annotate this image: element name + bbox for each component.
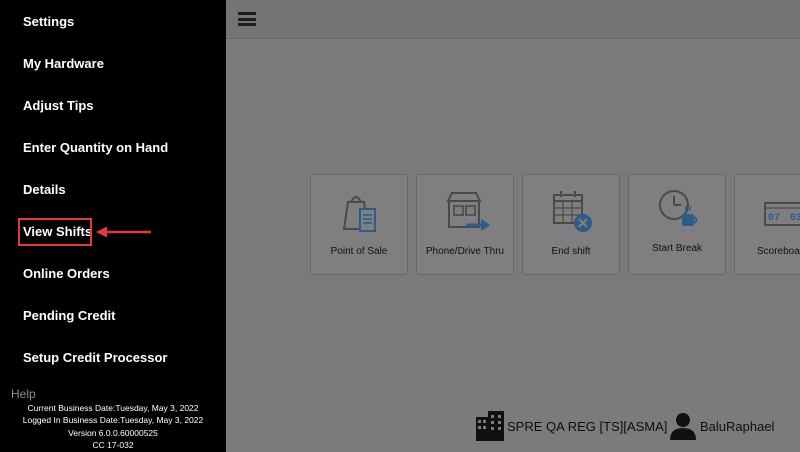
menu-item-enter-quantity-on-hand[interactable]: Enter Quantity on Hand bbox=[23, 140, 168, 155]
navigation-drawer: Settings My Hardware Adjust Tips Enter Q… bbox=[0, 0, 226, 452]
tile-label: Scoreboa bbox=[757, 246, 800, 257]
start-break-icon bbox=[659, 190, 698, 226]
business-info: Current Business Date:Tuesday, May 3, 20… bbox=[0, 402, 226, 451]
tile-label: Point of Sale bbox=[330, 246, 388, 257]
tile-label: Phone/Drive Thru bbox=[425, 246, 505, 257]
current-business-date: Current Business Date:Tuesday, May 3, 20… bbox=[27, 403, 199, 413]
main-content-dimmed: Point of Sale Phone/Drive Thru End shift… bbox=[226, 0, 800, 452]
menu-item-settings[interactable]: Settings bbox=[23, 14, 74, 29]
tile-label: End shift bbox=[551, 246, 591, 257]
user-name: BaluRaphael bbox=[700, 418, 775, 434]
top-bar bbox=[226, 0, 800, 39]
menu-item-my-hardware[interactable]: My Hardware bbox=[23, 56, 104, 71]
menu-item-details[interactable]: Details bbox=[23, 182, 66, 197]
cc-text: CC 17-032 bbox=[92, 439, 134, 450]
user-icon bbox=[670, 413, 696, 440]
tile-start-break[interactable]: Start Break bbox=[628, 174, 726, 275]
user-info: BaluRaphael bbox=[670, 410, 774, 442]
version-text: Version 6.0.0.60000525 bbox=[68, 427, 158, 438]
svg-text:03: 03 bbox=[790, 213, 800, 224]
svg-text:07: 07 bbox=[768, 213, 780, 224]
store-name: SPRE QA REG [TS][ASMA] bbox=[507, 418, 668, 434]
building-icon bbox=[476, 411, 504, 441]
pointer-arrow-icon bbox=[96, 226, 151, 238]
menu-item-setup-credit-processor[interactable]: Setup Credit Processor bbox=[23, 350, 168, 365]
end-shift-icon bbox=[553, 191, 592, 232]
phone-drive-thru-icon bbox=[446, 192, 490, 231]
store-info: SPRE QA REG [TS][ASMA] bbox=[476, 410, 667, 442]
menu-item-adjust-tips[interactable]: Adjust Tips bbox=[23, 98, 94, 113]
scoreboard-icon: 07 03 bbox=[764, 202, 800, 226]
tile-scoreboard[interactable]: 07 03 Scoreboa bbox=[734, 174, 800, 275]
tile-point-of-sale[interactable]: Point of Sale bbox=[310, 174, 408, 275]
tile-label: Start Break bbox=[651, 243, 703, 254]
menu-item-online-orders[interactable]: Online Orders bbox=[23, 266, 110, 281]
help-link[interactable]: Help bbox=[11, 387, 36, 401]
highlight-box bbox=[18, 218, 92, 246]
tile-end-shift[interactable]: End shift bbox=[522, 174, 620, 275]
point-of-sale-icon bbox=[342, 196, 376, 232]
tile-phone-drive-thru[interactable]: Phone/Drive Thru bbox=[416, 174, 514, 275]
menu-item-pending-credit[interactable]: Pending Credit bbox=[23, 308, 115, 323]
hamburger-menu-icon[interactable] bbox=[238, 12, 256, 26]
logged-in-business-date: Logged In Business Date:Tuesday, May 3, … bbox=[22, 415, 204, 426]
